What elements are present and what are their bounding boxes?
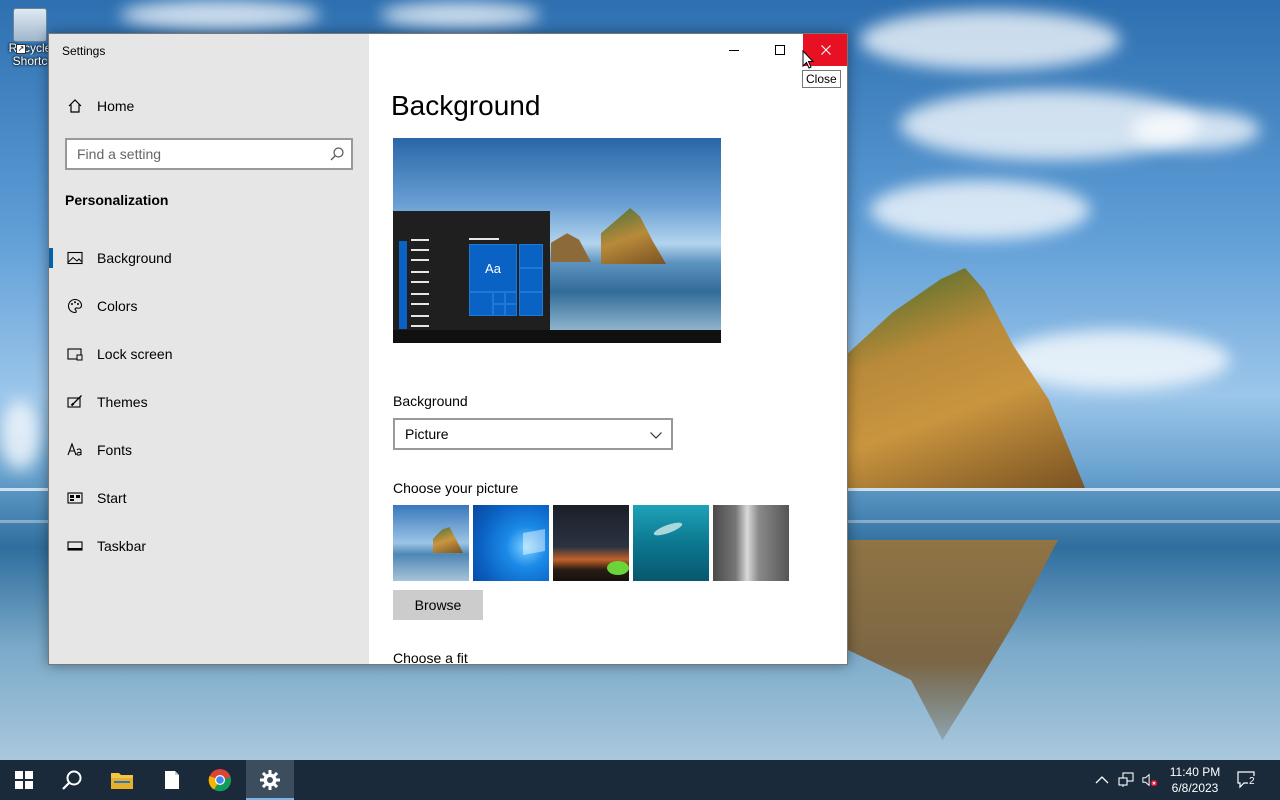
- sidebar-item-fonts[interactable]: Fonts: [49, 430, 369, 470]
- palette-icon: [67, 298, 83, 314]
- choose-fit-label: Choose a fit: [393, 650, 468, 665]
- mouse-cursor-icon: [802, 50, 814, 69]
- folder-icon: [111, 773, 133, 789]
- search-input[interactable]: [67, 140, 317, 168]
- dropdown-selected-value: Picture: [405, 426, 449, 442]
- sidebar-item-background[interactable]: Background: [49, 238, 369, 278]
- network-icon: [1118, 772, 1134, 787]
- main-content: Background Aa Background Picture Choose …: [369, 34, 847, 665]
- taskbar-icon: [67, 538, 83, 554]
- recycle-bin-icon: [13, 8, 47, 42]
- find-setting-search[interactable]: [65, 138, 353, 170]
- volume-button[interactable]: [1142, 772, 1158, 788]
- sidebar-item-lock-screen[interactable]: Lock screen: [49, 334, 369, 374]
- sidebar-item-colors[interactable]: Colors: [49, 286, 369, 326]
- themes-icon: [67, 394, 83, 410]
- picture-thumbnail-beach[interactable]: [393, 505, 469, 581]
- shortcut-arrow-icon: ↗: [16, 44, 26, 54]
- sidebar-item-label: Lock screen: [97, 346, 173, 362]
- picture-icon: [67, 250, 83, 266]
- settings-sidebar: Settings Home Personalization Background: [49, 34, 369, 664]
- sidebar-item-label: Colors: [97, 298, 138, 314]
- page-title: Background: [391, 90, 541, 121]
- network-status-button[interactable]: [1118, 772, 1134, 788]
- file-explorer-button[interactable]: [98, 760, 146, 800]
- choose-picture-label: Choose your picture: [393, 480, 519, 496]
- picture-thumbnail-underwater[interactable]: [633, 505, 709, 581]
- fonts-icon: [67, 442, 83, 458]
- chevron-down-icon: [650, 432, 662, 439]
- window-title: Settings: [62, 44, 106, 58]
- clock-time: 11:40 PM: [1169, 765, 1221, 779]
- chevron-up-icon: [1095, 776, 1109, 784]
- picture-thumbnail-night[interactable]: [553, 505, 629, 581]
- notification-count: 2: [1248, 776, 1256, 787]
- sidebar-item-label: Taskbar: [97, 538, 147, 554]
- search-icon: [62, 770, 82, 790]
- sidebar-item-themes[interactable]: Themes: [49, 382, 369, 422]
- clock-date: 6/8/2023: [1171, 781, 1219, 795]
- windows-logo-icon: [15, 771, 33, 789]
- show-hidden-icons-button[interactable]: [1094, 772, 1110, 788]
- gear-icon: [260, 770, 280, 790]
- home-label: Home: [97, 98, 135, 114]
- start-tiles-icon: [67, 490, 83, 506]
- background-preview: Aa: [393, 138, 721, 343]
- document-icon: [165, 771, 179, 789]
- search-button[interactable]: [48, 760, 96, 800]
- taskbar-clock[interactable]: 11:40 PM 6/8/2023: [1162, 764, 1228, 796]
- chrome-button[interactable]: [196, 760, 244, 800]
- preview-start-menu: Aa: [393, 211, 550, 330]
- settings-window: Settings Home Personalization Background: [48, 33, 848, 665]
- background-type-label: Background: [393, 393, 468, 409]
- preview-tile-aa: Aa: [469, 244, 517, 292]
- preview-taskbar: [393, 330, 721, 343]
- sidebar-item-start[interactable]: Start: [49, 478, 369, 518]
- rock-reflection: [848, 540, 1058, 740]
- chrome-icon: [208, 769, 232, 792]
- sidebar-item-label: Background: [97, 250, 172, 266]
- section-heading: Personalization: [65, 192, 169, 208]
- search-icon[interactable]: [329, 146, 345, 162]
- picture-thumbnail-waterfall[interactable]: [713, 505, 789, 581]
- sidebar-item-label: Fonts: [97, 442, 133, 458]
- settings-taskbar-button[interactable]: [246, 760, 294, 800]
- notepad-button[interactable]: [148, 760, 196, 800]
- home-nav-item[interactable]: Home: [49, 94, 369, 118]
- action-center-button[interactable]: 2: [1236, 770, 1260, 790]
- taskbar: 11:40 PM 6/8/2023 2: [0, 760, 1280, 800]
- start-button[interactable]: [0, 760, 48, 800]
- browse-button[interactable]: Browse: [393, 590, 483, 620]
- sidebar-item-label: Start: [97, 490, 127, 506]
- sidebar-item-taskbar[interactable]: Taskbar: [49, 526, 369, 566]
- background-type-dropdown[interactable]: Picture: [393, 418, 673, 450]
- picture-thumbnail-windows[interactable]: [473, 505, 549, 581]
- sidebar-item-label: Themes: [97, 394, 148, 410]
- home-icon: [67, 98, 83, 114]
- volume-muted-icon: [1142, 773, 1158, 787]
- lock-screen-icon: [67, 346, 83, 362]
